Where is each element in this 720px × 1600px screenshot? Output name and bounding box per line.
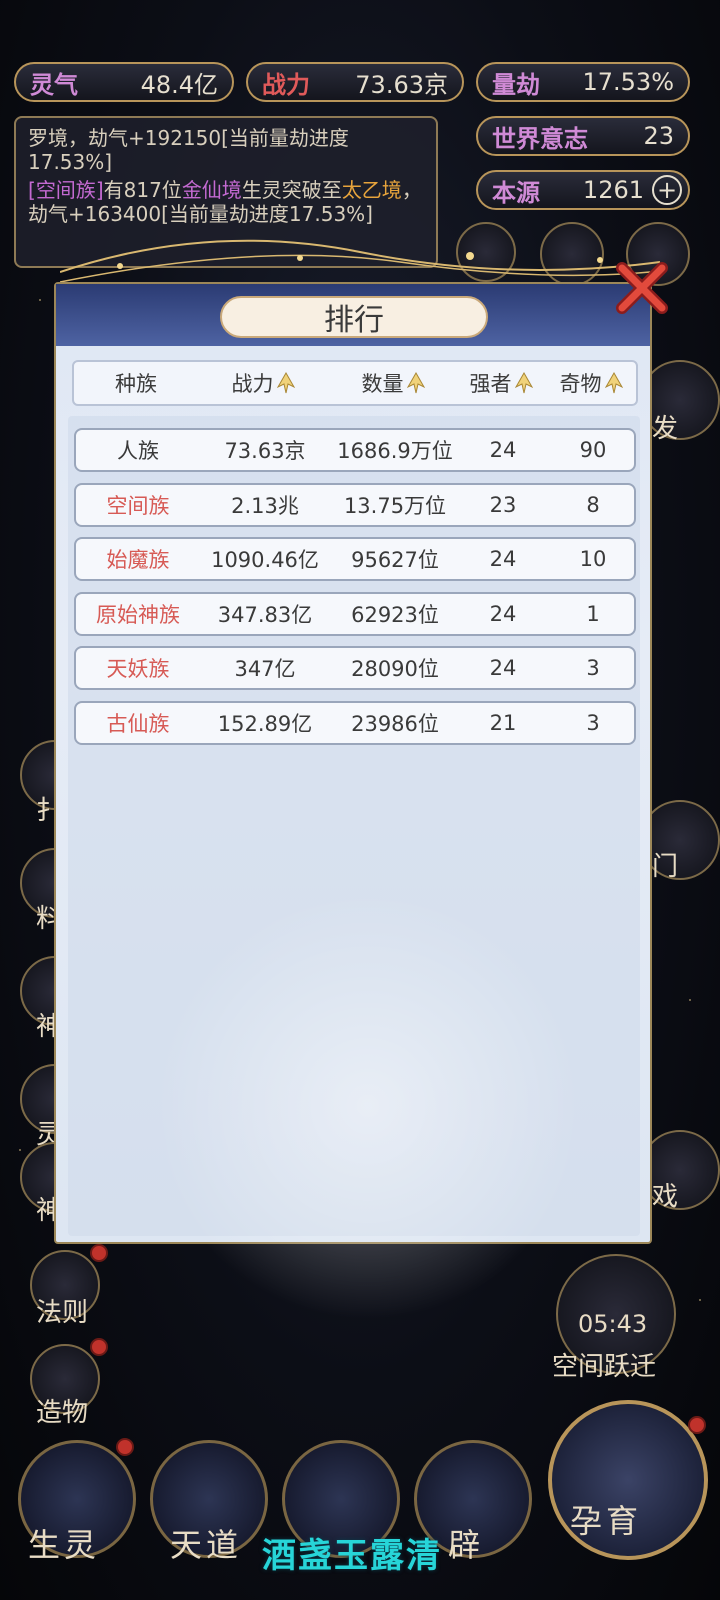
watermark-text: 酒盏玉露清	[262, 1536, 442, 1576]
world-will-stat[interactable]: 世界意志 23	[476, 116, 690, 156]
liangjie-stat[interactable]: 量劫 17.53%	[476, 62, 690, 102]
power-cell: 347.83亿	[217, 602, 313, 627]
benyuan-label: 本源	[492, 177, 540, 207]
sheng-ling-notification-dot	[116, 1438, 134, 1456]
modal-title: 排行	[220, 296, 488, 338]
right-side-label-3: 戏	[652, 1182, 679, 1212]
ranking-row[interactable]: 人族 73.63京 1686.9万位 24 90	[74, 428, 636, 472]
count-cell: 95627位	[351, 548, 439, 573]
race-cell: 古仙族	[106, 712, 170, 736]
lingqi-value: 48.4亿	[140, 70, 218, 99]
log-line-2: [空间族]有817位金仙境生灵突破至太乙境，劫气+163400[当前量劫进度17…	[28, 178, 422, 226]
race-cell: 人族	[117, 439, 159, 463]
kai-pi-label: 辟	[448, 1526, 485, 1564]
count-cell: 13.75万位	[343, 493, 447, 518]
sheng-ling-label: 生灵	[28, 1526, 101, 1564]
space-jump-label: 空间跃迁	[552, 1352, 657, 1382]
ranking-row[interactable]: 空间族 2.13兆 13.75万位 23 8	[74, 482, 636, 527]
col-race-header: 种族	[115, 372, 157, 396]
zhanli-label: 战力	[262, 69, 310, 99]
yun-yu-label: 孕育	[570, 1502, 643, 1540]
col-items-header[interactable]: 奇物	[544, 362, 638, 404]
count-cell: 28090位	[351, 657, 439, 682]
lingqi-label: 灵气	[30, 69, 78, 99]
sort-arrow-icon	[406, 372, 425, 394]
items-cell: 8	[586, 492, 600, 517]
space-jump-timer: 05:43	[578, 1310, 648, 1338]
race-cell: 原始神族	[96, 602, 180, 627]
ranking-row[interactable]: 原始神族 347.83亿 62923位 24 1	[74, 591, 636, 636]
sort-arrow-icon	[276, 372, 295, 394]
log-realm-1: 金仙境	[181, 178, 242, 202]
zhanli-value: 73.63京	[355, 70, 448, 99]
ranking-modal: 排行 种族 战力 数量 强者 奇物 人族 73.63京 1686.9万位 24 90 空间…	[54, 282, 652, 1326]
col-power-header[interactable]: 战力	[198, 362, 328, 404]
col-strong-header[interactable]: 强者	[458, 362, 544, 404]
count-cell: 23986位	[351, 712, 439, 736]
items-cell: 3	[586, 656, 600, 681]
count-cell: 1686.9万位	[337, 439, 453, 463]
lingqi-stat[interactable]: 灵气 48.4亿	[14, 62, 234, 102]
power-cell: 152.89亿	[217, 712, 313, 736]
zao-wu-notification-dot	[90, 1338, 108, 1356]
ranking-row[interactable]: 古仙族 152.89亿 23986位 21 3	[74, 701, 636, 745]
power-cell: 347亿	[234, 657, 296, 682]
strong-cell: 21	[489, 711, 517, 735]
race-cell: 始魔族	[106, 548, 170, 573]
sort-arrow-icon	[514, 372, 533, 394]
yun-yu-notification-dot	[688, 1416, 706, 1434]
fa-ze-notification-dot	[90, 1244, 108, 1262]
strong-cell: 24	[489, 601, 517, 626]
log-race: 空间族	[35, 178, 96, 202]
items-cell: 1	[586, 601, 600, 626]
items-cell: 90	[579, 438, 607, 462]
zao-wu-label: 造物	[36, 1398, 89, 1428]
background-swirl	[158, 886, 578, 1326]
log-line-1: 罗境，劫气+192150[当前量劫进度17.53%]	[28, 126, 349, 174]
zhanli-stat[interactable]: 战力 73.63京	[246, 62, 464, 102]
sort-arrow-icon	[604, 372, 623, 394]
race-cell: 空间族	[106, 493, 170, 518]
power-cell: 1090.46亿	[211, 548, 319, 573]
strong-cell: 24	[489, 547, 517, 572]
strong-cell: 24	[489, 438, 517, 462]
liangjie-value: 17.53%	[582, 68, 674, 96]
items-cell: 3	[586, 711, 600, 735]
power-cell: 73.63京	[224, 439, 306, 463]
strong-cell: 24	[489, 656, 517, 681]
fa-ze-label: 法则	[36, 1298, 89, 1328]
power-cell: 2.13兆	[231, 493, 299, 518]
col-count-header[interactable]: 数量	[328, 362, 458, 404]
ranking-row[interactable]: 天妖族 347亿 28090位 24 3	[74, 646, 636, 691]
liangjie-label: 量劫	[492, 69, 540, 99]
add-benyuan-button[interactable]: +	[652, 175, 682, 205]
benyuan-stat[interactable]: 本源 1261 +	[476, 170, 690, 210]
world-will-value: 23	[643, 122, 674, 150]
ranking-header-row: 种族 战力 数量 强者 奇物	[72, 360, 638, 406]
world-will-label: 世界意志	[492, 123, 588, 153]
race-cell: 天妖族	[106, 657, 170, 682]
ranking-row[interactable]: 始魔族 1090.46亿 95627位 24 10	[74, 537, 636, 582]
count-cell: 62923位	[351, 602, 439, 627]
strong-cell: 23	[489, 492, 517, 517]
items-cell: 10	[579, 547, 607, 572]
right-side-label-2: 门	[652, 852, 679, 882]
close-icon[interactable]	[612, 258, 672, 318]
log-realm-2: 太乙境	[341, 178, 402, 202]
benyuan-value: 1261	[582, 176, 644, 204]
tian-dao-label: 天道	[170, 1526, 243, 1564]
right-side-label-1: 发	[652, 414, 679, 444]
